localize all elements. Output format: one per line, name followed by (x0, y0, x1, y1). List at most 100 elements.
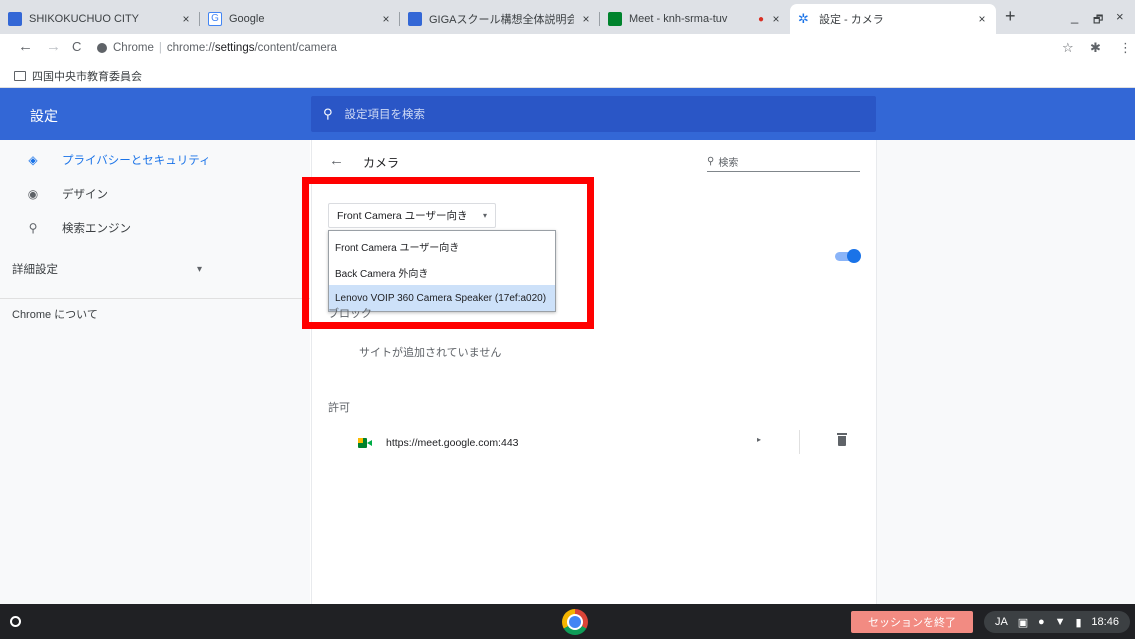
bookmark-star-icon[interactable]: ☆ (1062, 40, 1074, 56)
tab-close-icon[interactable]: × (180, 12, 192, 26)
extensions-icon[interactable]: ✱ (1090, 40, 1101, 56)
wifi-icon: ▼ (1054, 616, 1066, 628)
sidebar-item-search-engine[interactable]: ⚲ 検索エンジン (24, 220, 131, 236)
tab-close-icon[interactable]: × (580, 12, 592, 26)
search-icon: ⚲ (707, 156, 715, 167)
device-option[interactable]: Back Camera 外向き (329, 259, 555, 285)
device-option[interactable]: Front Camera ユーザー向き (329, 233, 555, 259)
meet-icon (358, 438, 372, 448)
tab-meet[interactable]: Meet - knh-srma-tuv ● × (600, 4, 790, 34)
bookmark-folder[interactable]: 四国中央市教育委員会 (14, 68, 142, 84)
tab-title: 設定 - カメラ (819, 14, 884, 26)
gear-favicon-icon: ✲ (798, 11, 809, 26)
browser-menu-icon[interactable]: ⋮ (1119, 40, 1132, 56)
minimize-button[interactable]: _ (1071, 9, 1078, 24)
back-arrow-icon[interactable]: ← (329, 152, 344, 169)
sidebar-item-design[interactable]: ◉ デザイン (24, 186, 108, 202)
tab-close-icon[interactable]: × (976, 12, 988, 26)
slides-favicon-icon (408, 12, 422, 26)
selected-device: Front Camera ユーザー向き (337, 210, 468, 222)
sidebar-item-label: プライバシーとセキュリティ (62, 155, 211, 167)
address-bar[interactable]: Chrome | chrome:// settings /content/cam… (97, 38, 1047, 58)
chrome-app-icon[interactable] (562, 609, 588, 635)
device-option-label: Front Camera ユーザー向き (335, 242, 460, 254)
sidebar-divider (0, 298, 310, 299)
delete-icon[interactable] (837, 433, 847, 446)
toggle-knob[interactable] (847, 249, 861, 263)
settings-header: 設定 ⚲ 設定項目を検索 (0, 88, 1135, 140)
tab-settings-camera[interactable]: ✲ 設定 - カメラ × (790, 4, 996, 34)
bookmarks-bar: 四国中央市教育委員会 (0, 62, 1135, 88)
reload-button[interactable]: C (72, 39, 81, 54)
tab-close-icon[interactable]: × (770, 12, 782, 26)
battery-icon: ▮ (1075, 616, 1082, 629)
clipboard-icon: ▣ (1017, 616, 1029, 629)
site-url: https://meet.google.com:443 (386, 437, 519, 449)
url-path: /content/camera (254, 42, 337, 54)
system-shelf: セッションを終了 JA ▣ ● ▼ ▮ 18:46 (0, 604, 1135, 639)
sidebar-item-advanced[interactable]: 詳細設定 ▾ (12, 261, 202, 277)
tab-title: SHIKOKUCHUO CITY (29, 13, 140, 25)
tab-giga[interactable]: GIGAスクール構想全体説明会 × (400, 4, 600, 34)
search-icon: ⚲ (28, 221, 38, 235)
new-tab-button[interactable]: + (1005, 6, 1016, 27)
tab-title: Google (229, 13, 265, 25)
settings-title: 設定 (30, 108, 58, 124)
restore-button[interactable]: 🗗 (1093, 11, 1103, 30)
tab-title: GIGAスクール構想全体説明会 (429, 14, 574, 26)
allowed-site-row[interactable]: https://meet.google.com:443 (358, 430, 858, 456)
ime-indicator: JA (994, 616, 1008, 628)
device-option-label: Back Camera 外向き (335, 268, 429, 280)
tab-google[interactable]: G Google × (200, 4, 400, 34)
url-host: settings (214, 42, 255, 54)
sidebar-item-label: デザイン (62, 189, 108, 201)
bookmark-label: 四国中央市教育委員会 (32, 71, 142, 83)
clock: 18:46 (1091, 616, 1119, 628)
sidebar-item-label: Chrome について (12, 309, 98, 321)
search-placeholder: 検索 (718, 158, 739, 169)
forward-button[interactable]: → (46, 38, 61, 55)
page-title: カメラ (363, 156, 400, 170)
notification-icon: ● (1038, 616, 1045, 628)
camera-settings-card: ← カメラ ⚲ 検索 Front Camera ユーザー向き ▾ Front C… (311, 140, 877, 604)
chevron-down-icon: ▾ (196, 263, 202, 275)
sidebar-item-about[interactable]: Chrome について (12, 306, 98, 322)
launcher-icon[interactable] (10, 616, 21, 627)
chevron-right-icon[interactable]: ▸ (757, 435, 761, 444)
browser-toolbar: ← → C Chrome | chrome:// settings /conte… (0, 34, 1135, 62)
search-icon: ⚲ (323, 106, 333, 121)
sidebar-item-label: 詳細設定 (12, 264, 58, 276)
camera-device-dropdown: Front Camera ユーザー向き Back Camera 外向き Leno… (328, 230, 556, 312)
meet-favicon-icon (608, 12, 622, 26)
search-placeholder: 設定項目を検索 (344, 109, 426, 121)
device-option-label: Lenovo VOIP 360 Camera Speaker (17ef:a02… (335, 292, 547, 304)
back-button[interactable]: ← (18, 38, 33, 55)
end-session-button[interactable]: セッションを終了 (851, 611, 973, 633)
site-chip: Chrome (113, 42, 154, 54)
sidebar-item-label: 検索エンジン (62, 223, 131, 235)
tab-strip: SHIKOKUCHUO CITY × G Google × GIGAスクール構想… (0, 0, 1135, 34)
block-empty-text: サイトが追加されていません (359, 347, 502, 359)
right-gutter (877, 140, 1135, 604)
row-divider (799, 430, 800, 454)
settings-search-input[interactable]: ⚲ 設定項目を検索 (311, 96, 876, 132)
shield-icon: ◈ (28, 153, 38, 167)
sidebar-item-privacy[interactable]: ◈ プライバシーとセキュリティ (24, 152, 211, 168)
settings-sidebar: ◈ プライバシーとセキュリティ ◉ デザイン ⚲ 検索エンジン 詳細設定 ▾ C… (0, 140, 310, 604)
tab-shikokuchuo[interactable]: SHIKOKUCHUO CITY × (0, 4, 200, 34)
close-window-button[interactable]: × (1116, 9, 1124, 24)
status-tray[interactable]: JA ▣ ● ▼ ▮ 18:46 (984, 611, 1130, 633)
calendar-favicon-icon (8, 12, 22, 26)
url-scheme: chrome:// (166, 42, 215, 54)
google-favicon-icon: G (208, 12, 222, 26)
folder-icon (14, 71, 26, 81)
chrome-site-icon (97, 43, 107, 53)
allow-section-label: 許可 (328, 402, 350, 414)
recording-icon: ● (757, 13, 764, 25)
camera-device-select[interactable]: Front Camera ユーザー向き ▾ (328, 203, 496, 228)
camera-search-input[interactable]: ⚲ 検索 (707, 152, 860, 172)
block-section-label: ブロック (328, 308, 372, 320)
palette-icon: ◉ (27, 187, 39, 201)
tab-title: Meet - knh-srma-tuv (629, 13, 728, 25)
tab-close-icon[interactable]: × (380, 12, 392, 26)
